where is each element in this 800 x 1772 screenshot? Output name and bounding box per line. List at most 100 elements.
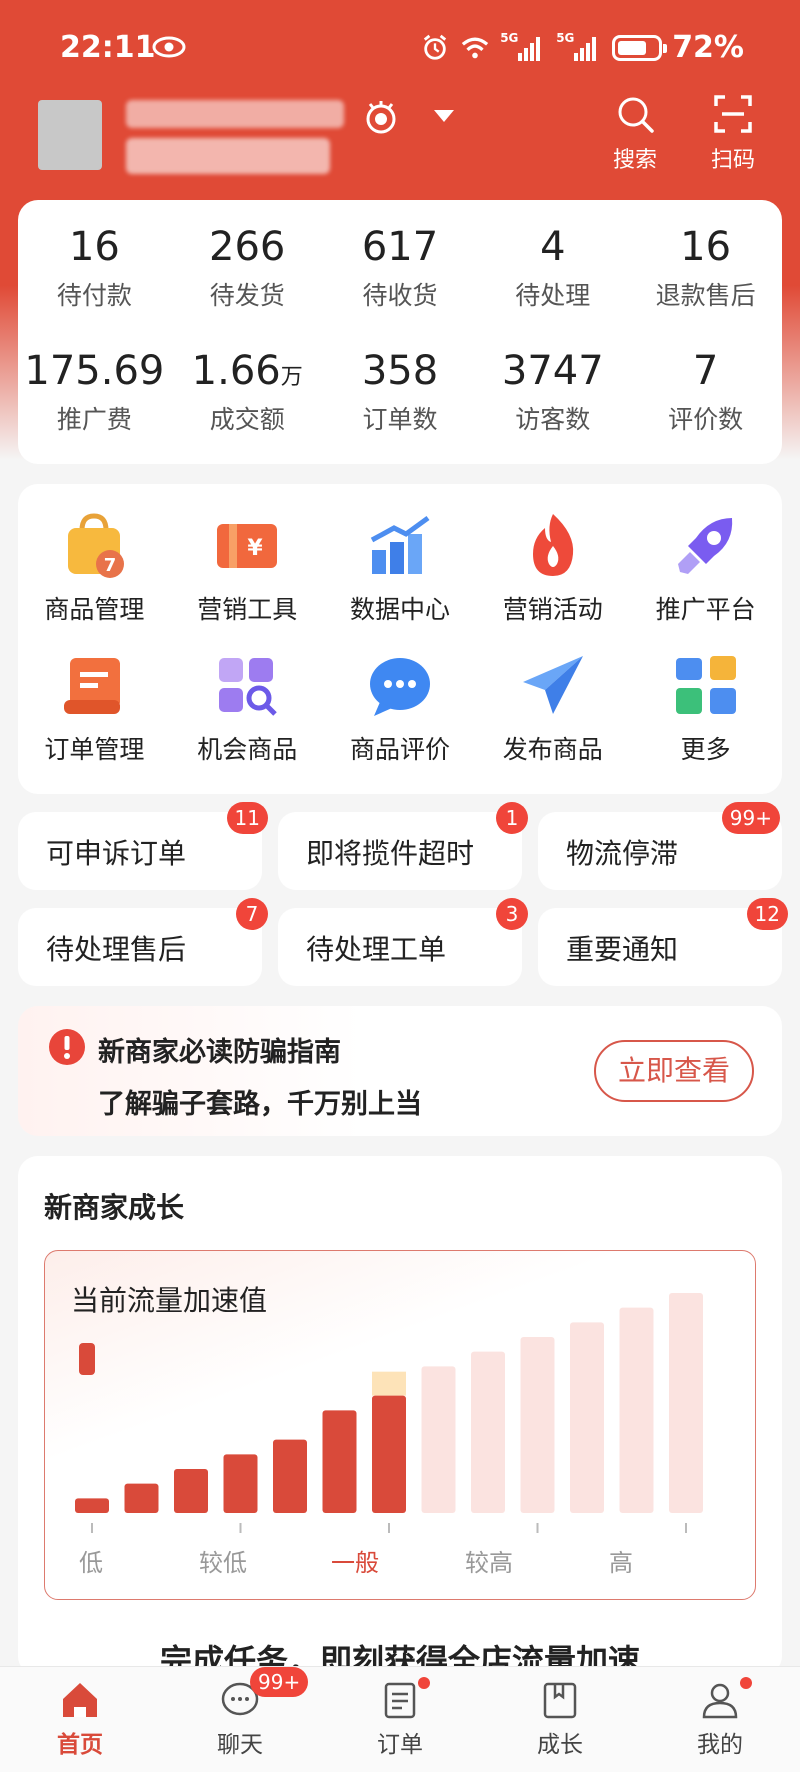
stat-reviews[interactable]: 7 评价数 [629, 348, 782, 436]
home-icon [63, 1683, 97, 1717]
battery-level: 72% [672, 30, 744, 65]
scan-icon [714, 95, 752, 133]
chart-bar [223, 1454, 258, 1513]
tool-promotion-platform[interactable]: 推广平台 [629, 510, 782, 626]
stat-pending-payment[interactable]: 16 待付款 [18, 224, 171, 312]
stat-refund-aftersale[interactable]: 16 退款售后 [629, 224, 782, 312]
shopping-bag-icon: 7 [68, 513, 125, 578]
notification-dot [740, 1677, 752, 1689]
svg-text:¥: ¥ [248, 536, 264, 561]
nav-profile[interactable]: 我的 [640, 1667, 800, 1772]
chat-bubble-icon [369, 658, 430, 716]
tool-more[interactable]: 更多 [629, 650, 782, 766]
chart-bars [75, 1293, 703, 1533]
chart-bar [669, 1293, 703, 1513]
store-info-redacted [126, 138, 330, 174]
grid-search-icon [219, 658, 277, 716]
tool-product-management[interactable]: 7 商品管理 [18, 510, 171, 626]
tick-label-higher: 较高 [465, 1549, 513, 1577]
eye-icon [152, 36, 186, 58]
bottom-nav: 首页 99+ 聊天 订单 成长 我的 [0, 1666, 800, 1772]
count-badge: 7 [236, 898, 268, 930]
stat-pending-handling[interactable]: 4 待处理 [476, 224, 629, 312]
coupon-icon: ¥ [217, 524, 278, 568]
stat-pending-shipment[interactable]: 266 待发货 [171, 224, 324, 312]
tool-opportunity-products[interactable]: 机会商品 [171, 650, 324, 766]
caret-down-icon[interactable] [432, 108, 456, 124]
banner-title: 新商家必读防骗指南 [98, 1037, 341, 1068]
more-apps-icon [675, 656, 736, 714]
chip-pending-aftersale[interactable]: 待处理售后 7 [18, 898, 268, 986]
chip-logistics-stalled[interactable]: 物流停滞 99+ [538, 802, 782, 890]
nav-growth[interactable]: 成长 [480, 1667, 640, 1772]
view-now-button[interactable]: 立即查看 [594, 1040, 754, 1102]
anti-fraud-banner[interactable]: 新商家必读防骗指南 了解骗子套路，千万别上当 立即查看 [18, 1006, 782, 1136]
count-badge: 11 [226, 802, 268, 834]
watch-icon[interactable] [362, 98, 400, 136]
scan-label: 扫码 [710, 148, 755, 173]
chip-pending-tickets[interactable]: 待处理工单 3 [278, 898, 528, 986]
stat-pending-receipt[interactable]: 617 待收货 [324, 224, 477, 312]
chip-appealable-orders[interactable]: 可申诉订单 11 [18, 802, 268, 890]
count-badge: 99+ [721, 802, 780, 834]
nav-orders[interactable]: 订单 [320, 1667, 480, 1772]
scan-button[interactable]: 扫码 [698, 94, 768, 174]
chart-bar-highlight [372, 1371, 406, 1396]
chip-important-notice[interactable]: 重要通知 12 [538, 898, 788, 986]
chart-bar [372, 1395, 406, 1513]
status-bar: 22:11 5G 5G 72% [0, 0, 800, 100]
tick-label-low: 低 [79, 1549, 103, 1577]
growth-title: 新商家成长 [44, 1191, 185, 1224]
alarm-icon [424, 34, 447, 60]
chart-bar [520, 1337, 555, 1513]
search-button[interactable]: 搜索 [600, 94, 670, 174]
status-time: 22:11 [60, 30, 156, 65]
chart-bar [124, 1483, 159, 1513]
chart-bar [75, 1498, 109, 1513]
growth-card: 新商家成长 当前流量加速值 低 较低 一般 较高 高 完成任务，即刻获得全店流量… [18, 1156, 782, 1676]
tool-marketing-tools[interactable]: ¥ 营销工具 [171, 510, 324, 626]
tool-publish-product[interactable]: 发布商品 [476, 650, 629, 766]
chat-badge: 99+ [250, 1667, 309, 1697]
stats-card: 16 待付款 266 待发货 617 待收货 4 待处理 16 退款售后 175… [18, 200, 782, 464]
tick-label-high: 高 [609, 1549, 633, 1577]
tick-label-medium: 一般 [331, 1549, 379, 1577]
stat-visitors[interactable]: 3747 访客数 [476, 348, 629, 436]
scroll-icon [64, 658, 121, 714]
chart-bar [421, 1366, 456, 1513]
tools-grid: 7 商品管理 ¥ 营销工具 数据中心 营销活动 推广平台 订单管理 机会商品 商… [18, 484, 782, 794]
signal-icon: 5G [556, 31, 602, 61]
battery-icon [612, 34, 668, 61]
tool-product-reviews[interactable]: 商品评价 [324, 650, 477, 766]
rocket-icon [677, 518, 732, 574]
stat-order-count[interactable]: 358 订单数 [324, 348, 477, 436]
store-name-redacted [126, 100, 344, 128]
stat-gmv[interactable]: 1.66万 成交额 [171, 348, 324, 436]
chart-bar [174, 1469, 208, 1513]
tick-label-lower: 较低 [199, 1549, 247, 1577]
chart-bar [273, 1439, 307, 1513]
store-avatar[interactable] [38, 100, 102, 170]
nav-home[interactable]: 首页 [0, 1667, 160, 1772]
flame-icon [532, 514, 573, 576]
tool-data-center[interactable]: 数据中心 [324, 510, 477, 626]
search-icon [618, 97, 654, 133]
traffic-boost-chart: 当前流量加速值 低 较低 一般 较高 高 [44, 1250, 756, 1600]
profile-icon [702, 1683, 738, 1719]
tool-order-management[interactable]: 订单管理 [18, 650, 171, 766]
order-icon [384, 1682, 416, 1719]
svg-text:7: 7 [104, 555, 117, 576]
warning-icon [49, 1029, 85, 1065]
chart-bar [619, 1307, 654, 1513]
tool-marketing-activities[interactable]: 营销活动 [476, 510, 629, 626]
paper-plane-icon [522, 656, 583, 714]
chip-pickup-timeout[interactable]: 即将揽件超时 1 [278, 802, 528, 890]
nav-chat[interactable]: 99+ 聊天 [160, 1667, 320, 1772]
wifi-icon [461, 37, 489, 58]
chart-bar [570, 1322, 604, 1513]
count-badge: 1 [496, 802, 528, 834]
stat-promotion-fee[interactable]: 175.69 推广费 [18, 348, 171, 436]
chart-bar [471, 1351, 505, 1513]
bookmark-book-icon [543, 1682, 577, 1719]
signal-icon: 5G [500, 31, 546, 61]
